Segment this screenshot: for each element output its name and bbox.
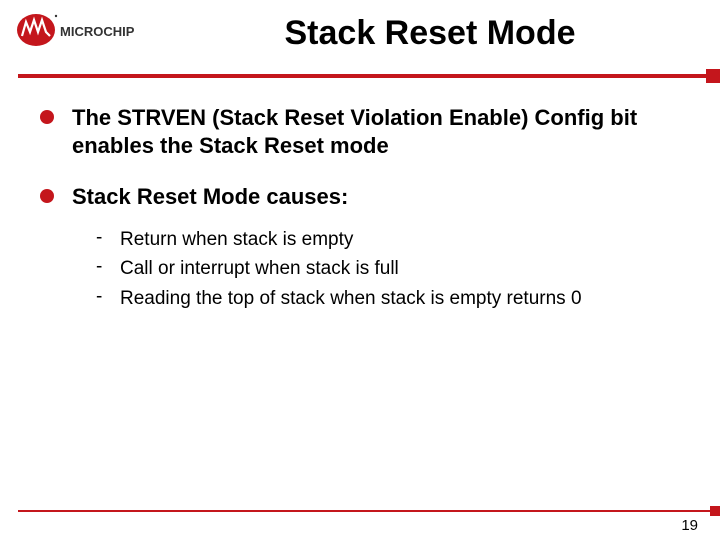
sub-item: - Call or interrupt when stack is full [96, 256, 680, 282]
slide-title: Stack Reset Mode [160, 14, 700, 53]
header-divider [18, 74, 720, 78]
footer-divider [18, 510, 720, 512]
sub-item: - Reading the top of stack when stack is… [96, 286, 680, 312]
bullet-icon [40, 110, 54, 124]
microchip-logo: MICROCHIP [14, 12, 134, 60]
logo-text: MICROCHIP [60, 24, 134, 39]
dash-icon: - [96, 286, 120, 308]
sub-text: Reading the top of stack when stack is e… [120, 286, 582, 312]
sub-list: - Return when stack is empty - Call or i… [96, 227, 680, 312]
bullet-icon [40, 189, 54, 203]
sub-text: Return when stack is empty [120, 227, 353, 253]
bullet-text: Stack Reset Mode causes: [72, 183, 348, 211]
sub-item: - Return when stack is empty [96, 227, 680, 253]
bullet-item: Stack Reset Mode causes: [40, 183, 680, 211]
dash-icon: - [96, 227, 120, 249]
slide-content: The STRVEN (Stack Reset Violation Enable… [0, 78, 720, 311]
sub-text: Call or interrupt when stack is full [120, 256, 399, 282]
dash-icon: - [96, 256, 120, 278]
bullet-text: The STRVEN (Stack Reset Violation Enable… [72, 104, 680, 159]
page-number: 19 [681, 517, 698, 534]
slide-header: MICROCHIP Stack Reset Mode [0, 0, 720, 78]
bullet-item: The STRVEN (Stack Reset Violation Enable… [40, 104, 680, 159]
